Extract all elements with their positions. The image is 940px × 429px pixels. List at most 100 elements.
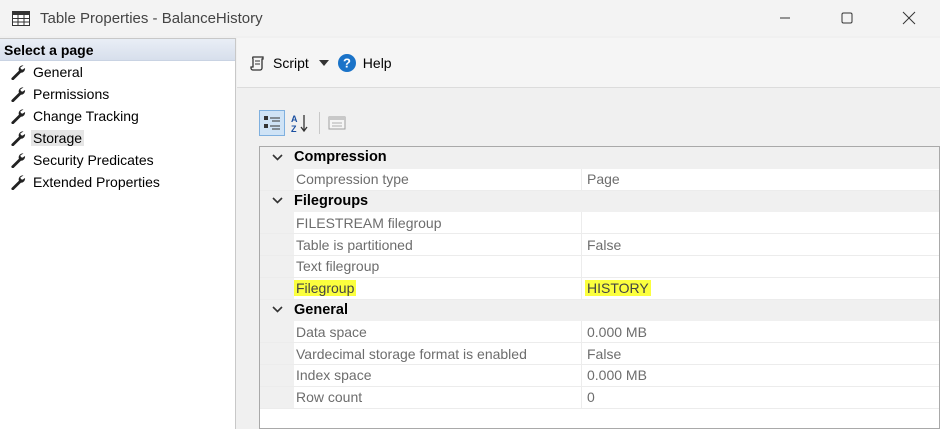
- page-item-label: General: [33, 64, 83, 80]
- property-value-text: 0.000 MB: [587, 367, 647, 384]
- page-item-storage[interactable]: Storage: [0, 127, 235, 149]
- page-item-security-predicates[interactable]: Security Predicates: [0, 149, 235, 171]
- wrench-icon: [10, 130, 26, 147]
- property-value: False: [582, 234, 621, 255]
- chevron-down-icon[interactable]: [260, 154, 294, 161]
- property-row[interactable]: Table is partitioned False: [260, 234, 939, 256]
- property-value: 0.000 MB: [582, 365, 647, 386]
- minimize-icon: [780, 17, 790, 19]
- page-list: General Permissions Change Tracking Storage…: [0, 61, 235, 193]
- property-name: Row count: [294, 386, 582, 408]
- script-button[interactable]: Script: [249, 54, 309, 72]
- property-name: Index space: [294, 364, 582, 386]
- close-button[interactable]: [878, 0, 940, 36]
- category-label: General: [294, 301, 348, 318]
- row-gutter: [260, 234, 294, 255]
- category-general[interactable]: General: [260, 299, 939, 322]
- close-icon: [902, 11, 916, 25]
- property-value: 0: [582, 387, 595, 408]
- window-title: Table Properties - BalanceHistory: [40, 9, 263, 27]
- toolbar: Script ? Help: [237, 38, 940, 88]
- property-row[interactable]: Index space 0.000 MB: [260, 364, 939, 387]
- property-name-text: Compression type: [296, 171, 409, 188]
- property-row[interactable]: Compression type Page: [260, 168, 939, 191]
- row-gutter: [260, 386, 294, 408]
- page-selector-panel: Select a page General Permissions Change T…: [0, 38, 236, 429]
- property-value-text: 0.000 MB: [587, 323, 647, 340]
- property-row[interactable]: Filegroup HISTORY: [260, 277, 939, 300]
- property-name: Table is partitioned: [294, 234, 582, 255]
- main-area: Script ? Help AZ Compression Compression …: [237, 38, 940, 429]
- page-item-label: Permissions: [33, 86, 110, 102]
- property-row[interactable]: Text filegroup: [260, 255, 939, 278]
- page-item-general[interactable]: General: [0, 61, 235, 83]
- table-grid-icon: [12, 10, 30, 26]
- property-row[interactable]: Vardecimal storage format is enabled Fals…: [260, 343, 939, 365]
- category-label: Filegroups: [294, 192, 369, 209]
- row-gutter: [260, 212, 294, 234]
- toolbar-divider: [319, 112, 320, 134]
- property-name: Filegroup: [294, 277, 582, 299]
- property-value-text: Page: [587, 171, 620, 188]
- row-gutter: [260, 255, 294, 277]
- property-name-text: Index space: [296, 367, 372, 384]
- property-value-text: 0: [587, 389, 595, 406]
- page-item-change-tracking[interactable]: Change Tracking: [0, 105, 235, 127]
- property-value: [582, 212, 587, 233]
- page-item-label: Storage: [31, 130, 85, 146]
- page-item-permissions[interactable]: Permissions: [0, 83, 235, 105]
- property-value: Page: [582, 169, 620, 190]
- property-value-text: False: [587, 345, 622, 362]
- caret-down-icon: [318, 59, 329, 66]
- category-compression[interactable]: Compression: [260, 147, 939, 169]
- svg-text:Z: Z: [291, 124, 297, 133]
- property-row[interactable]: Data space 0.000 MB: [260, 321, 939, 344]
- svg-text:A: A: [291, 114, 298, 124]
- wrench-icon: [10, 86, 26, 103]
- maximize-icon: [841, 12, 853, 24]
- category-filegroups[interactable]: Filegroups: [260, 190, 939, 213]
- svg-text:?: ?: [343, 55, 351, 70]
- wrench-icon: [10, 174, 26, 191]
- property-value: False: [582, 343, 621, 364]
- script-dropdown-button[interactable]: [318, 59, 329, 66]
- page-item-label: Change Tracking: [33, 108, 139, 124]
- property-name-text: Filegroup: [294, 280, 357, 297]
- property-name: FILESTREAM filegroup: [294, 212, 582, 234]
- property-name: Compression type: [294, 168, 582, 190]
- row-gutter: [260, 277, 294, 299]
- property-name-text: Vardecimal storage format is enabled: [296, 345, 527, 362]
- property-name-text: FILESTREAM filegroup: [296, 214, 442, 231]
- property-name-text: Table is partitioned: [296, 236, 413, 253]
- row-gutter: [260, 364, 294, 386]
- property-row[interactable]: Row count 0: [260, 386, 939, 409]
- property-value: HISTORY: [582, 278, 651, 299]
- categorized-icon: [264, 116, 280, 130]
- property-pages-button[interactable]: [324, 110, 350, 136]
- property-value-text: False: [587, 236, 622, 253]
- property-name-text: Row count: [296, 389, 363, 406]
- row-gutter: [260, 343, 294, 364]
- property-value: 0.000 MB: [582, 321, 647, 342]
- title-bar: Table Properties - BalanceHistory: [0, 0, 940, 36]
- maximize-button[interactable]: [816, 0, 878, 36]
- help-label: Help: [362, 54, 392, 71]
- help-icon: ?: [337, 53, 357, 73]
- help-button[interactable]: ? Help: [337, 53, 392, 73]
- property-name: Data space: [294, 321, 582, 343]
- property-name: Vardecimal storage format is enabled: [294, 343, 582, 364]
- property-grid-toolbar: AZ: [259, 110, 352, 136]
- script-icon: [249, 54, 267, 72]
- alphabetical-button[interactable]: AZ: [287, 110, 313, 136]
- chevron-down-icon[interactable]: [260, 197, 294, 205]
- property-value-text: HISTORY: [585, 280, 651, 297]
- sort-az-icon: AZ: [291, 114, 308, 133]
- page-item-label: Security Predicates: [33, 152, 154, 168]
- page-item-extended-properties[interactable]: Extended Properties: [0, 171, 235, 193]
- chevron-down-icon[interactable]: [260, 306, 294, 314]
- minimize-button[interactable]: [754, 0, 816, 36]
- property-name-text: Text filegroup: [296, 258, 380, 275]
- page-item-label: Extended Properties: [33, 174, 160, 190]
- categorized-button[interactable]: [259, 110, 285, 136]
- property-row[interactable]: FILESTREAM filegroup: [260, 212, 939, 235]
